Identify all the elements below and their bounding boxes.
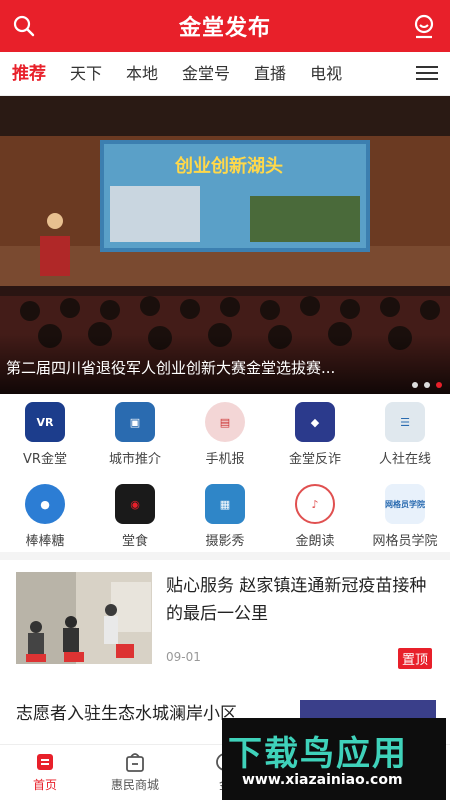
lollipop-icon: ● <box>25 484 65 524</box>
dining-icon: ◉ <box>115 484 155 524</box>
newspaper-icon: ▤ <box>205 402 245 442</box>
grid-item-label: 堂食 <box>121 534 148 549</box>
grid-item-reading[interactable]: ♪ 金朗读 <box>270 480 360 562</box>
tab-world[interactable]: 天下 <box>58 52 114 96</box>
user-profile-button[interactable] <box>410 12 438 40</box>
tab-recommend[interactable]: 推荐 <box>0 52 58 96</box>
grid-item-label: 城市推介 <box>108 452 161 467</box>
grid-item-anti-fraud[interactable]: ◆ 金堂反诈 <box>270 398 360 480</box>
tab-local[interactable]: 本地 <box>114 52 170 96</box>
tab-jintang-hao[interactable]: 金堂号 <box>170 52 242 96</box>
menu-icon[interactable] <box>416 62 438 86</box>
grid-item-dining[interactable]: ◉ 堂食 <box>90 480 180 562</box>
grid-academy-icon: 网格员学院 <box>385 484 425 524</box>
tab-live[interactable]: 直播 <box>242 52 298 96</box>
top-bar: 金堂发布 <box>0 0 450 52</box>
grid-item-photo[interactable]: ▦ 摄影秀 <box>180 480 270 562</box>
nav-label: 惠民商城 <box>110 778 159 792</box>
photo-icon: ▦ <box>205 484 245 524</box>
grid-item-lollipop[interactable]: ● 棒棒糖 <box>0 480 90 562</box>
grid-item-hr-online[interactable]: ☰ 人社在线 <box>360 398 450 480</box>
section-divider <box>0 552 450 560</box>
watermark-brand: 下载鸟应用 <box>228 734 408 774</box>
grid-item-label: 手机报 <box>205 452 245 467</box>
carousel-dot[interactable] <box>412 382 418 388</box>
home-icon <box>37 754 53 770</box>
carousel-dot[interactable] <box>424 382 430 388</box>
nav-mall[interactable]: 惠民商城 <box>90 745 180 800</box>
grid-item-grid-academy[interactable]: 网格员学院 网格员学院 <box>360 480 450 562</box>
grid-item-label: 金堂反诈 <box>288 452 341 467</box>
search-button[interactable] <box>10 12 38 40</box>
people-icon: ☰ <box>385 402 425 442</box>
news-item[interactable]: 贴心服务 赵家镇连通新冠疫苗接种的最后一公里 09-01 置顶 <box>16 572 436 670</box>
grid-item-label: 网格员学院 <box>372 534 438 549</box>
shopping-bag-icon <box>126 753 144 772</box>
grid-academy-icon-text: 网格员学院 <box>385 499 425 509</box>
carousel-dots <box>412 382 442 388</box>
grid-item-mobile-news[interactable]: ▤ 手机报 <box>180 398 270 480</box>
news-thumbnail <box>16 572 152 664</box>
grid-item-label: VR金堂 <box>23 452 67 467</box>
banner-carousel[interactable]: 创业创新湖头 第二届四川省退役军人创业创新大赛金堂选拔赛... <box>0 96 450 394</box>
tab-tv[interactable]: 电视 <box>298 52 354 96</box>
film-icon: ▣ <box>115 402 155 442</box>
pinned-badge: 置顶 <box>397 648 432 669</box>
news-date: 09-01 <box>166 650 201 664</box>
grid-item-label: 金朗读 <box>295 534 335 549</box>
grid-item-city[interactable]: ▣ 城市推介 <box>90 398 180 480</box>
grid-item-vr[interactable]: VR VR金堂 <box>0 398 90 480</box>
channel-tabs: 推荐 天下 本地 金堂号 直播 电视 <box>0 52 450 96</box>
app-title: 金堂发布 <box>178 16 271 41</box>
grid-item-label: 人社在线 <box>378 452 431 467</box>
service-grid: VR VR金堂 ▣ 城市推介 ▤ 手机报 ◆ 金堂反诈 ☰ 人社在线 ● 棒棒糖… <box>0 398 450 562</box>
vr-icon: VR <box>25 402 65 442</box>
search-icon <box>13 15 35 37</box>
banner-caption[interactable]: 第二届四川省退役军人创业创新大赛金堂选拔赛... <box>6 357 335 378</box>
nav-home[interactable]: 首页 <box>0 745 90 800</box>
shield-icon: ◆ <box>295 402 335 442</box>
nav-label: 首页 <box>32 778 57 792</box>
watermark-url: www.xiazainiao.com <box>242 772 403 788</box>
news-title: 贴心服务 赵家镇连通新冠疫苗接种的最后一公里 <box>166 576 427 624</box>
user-icon <box>414 14 434 39</box>
carousel-dot-active[interactable] <box>436 382 442 388</box>
microphone-icon: ♪ <box>295 484 335 524</box>
watermark-logo: 下载鸟应用 www.xiazainiao.com <box>222 718 446 800</box>
grid-item-label: 棒棒糖 <box>25 534 65 549</box>
banner-screen-text: 创业创新湖头 <box>175 156 283 176</box>
grid-item-label: 摄影秀 <box>205 534 245 549</box>
